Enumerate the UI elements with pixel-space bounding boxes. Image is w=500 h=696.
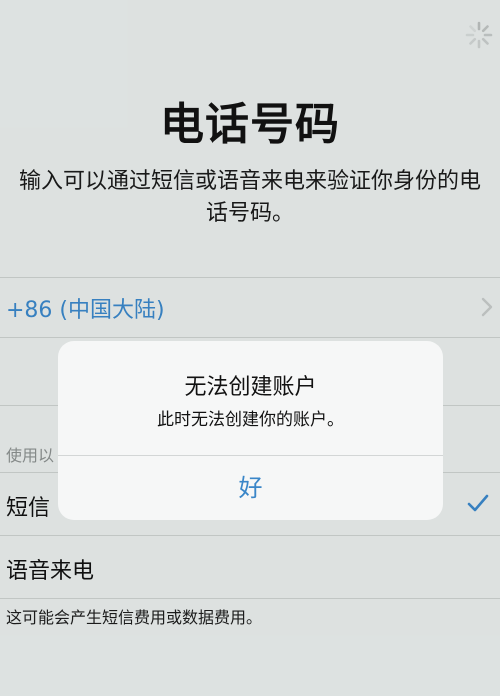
alert-title: 无法创建账户 [184,375,317,400]
alert-message: 此时无法创建你的账户。 [157,410,344,430]
alert-ok-button[interactable]: 好 [58,456,443,520]
alert-dialog: 无法创建账户 此时无法创建你的账户。 好 [58,341,443,520]
